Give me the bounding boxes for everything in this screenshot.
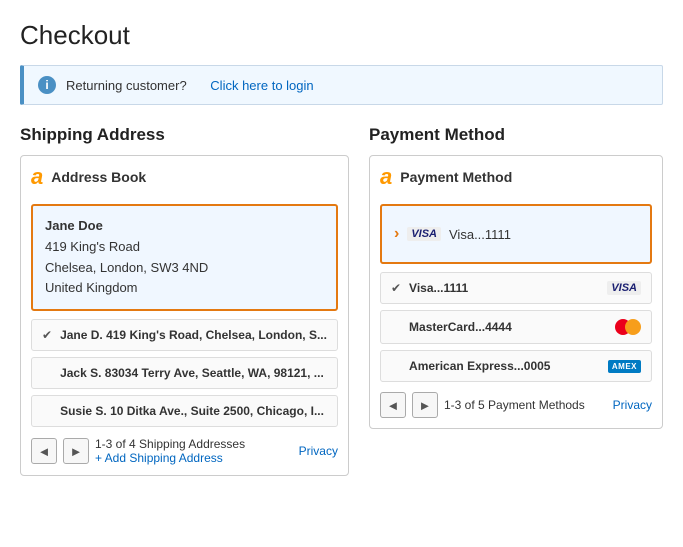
info-banner: i Returning customer? Click here to logi… [20, 65, 663, 105]
shipping-column-title: Shipping Address [20, 125, 349, 145]
payment-next-button[interactable]: ► [412, 392, 438, 418]
amazon-logo-payment: a [380, 166, 392, 188]
address-item-text-0: Jane D. 419 King's Road, Chelsea, London… [60, 328, 327, 342]
address-item-text-1: Jack S. 83034 Terry Ave, Seattle, WA, 98… [60, 366, 327, 380]
shipping-page-info: 1-3 of 4 Shipping Addresses + Add Shippi… [95, 437, 293, 465]
login-link[interactable]: Click here to login [210, 78, 313, 93]
main-columns: Shipping Address a Address Book Jane Doe… [20, 125, 663, 476]
page-title: Checkout [20, 20, 663, 51]
shipping-next-button[interactable]: ► [63, 438, 89, 464]
selected-payment-label: Visa...1111 [449, 227, 511, 242]
selected-address-name: Jane Doe [45, 216, 324, 237]
visa-logo-selected: VISA [407, 227, 441, 241]
checkmark-icon: ✔ [42, 328, 52, 342]
info-icon: i [38, 76, 56, 94]
shipping-column: Shipping Address a Address Book Jane Doe… [20, 125, 349, 476]
selected-address-line3: United Kingdom [45, 278, 324, 299]
shipping-pagination: ◄ ► 1-3 of 4 Shipping Addresses + Add Sh… [31, 437, 338, 465]
selected-payment-box[interactable]: › VISA Visa...1111 [380, 204, 652, 264]
list-item[interactable]: ✔ American Express...0005 AMEX [380, 350, 652, 382]
payment-column-title: Payment Method [369, 125, 663, 145]
shipping-card-title: Address Book [51, 169, 146, 185]
payment-card-header: a Payment Method [380, 166, 652, 194]
checkmark-icon: ✔ [391, 281, 401, 295]
shipping-card-header: a Address Book [31, 166, 338, 194]
payment-card: a Payment Method › VISA Visa...1111 ✔ Vi… [369, 155, 663, 429]
payment-item-text-0: Visa...1111 [409, 281, 599, 295]
payment-card-title: Payment Method [400, 169, 512, 185]
list-item[interactable]: ✔ Jane D. 419 King's Road, Chelsea, Lond… [31, 319, 338, 351]
payment-prev-button[interactable]: ◄ [380, 392, 406, 418]
banner-text: Returning customer? [66, 78, 187, 93]
amazon-logo-shipping: a [31, 166, 43, 188]
amex-logo: AMEX [608, 360, 641, 373]
payment-item-text-1: MasterCard...4444 [409, 320, 607, 334]
list-item[interactable]: ✔ MasterCard...4444 [380, 310, 652, 344]
shipping-privacy-link[interactable]: Privacy [299, 444, 338, 458]
payment-item-text-2: American Express...0005 [409, 359, 600, 373]
selected-card-label: Visa [449, 227, 474, 242]
selected-address-line2: Chelsea, London, SW3 4ND [45, 258, 324, 279]
chevron-right-icon: › [394, 225, 399, 243]
payment-privacy-link[interactable]: Privacy [613, 398, 652, 412]
payment-count-text: 1-3 of 5 Payment Methods [444, 398, 585, 412]
visa-logo-list: VISA [607, 281, 641, 295]
payment-pagination: ◄ ► 1-3 of 5 Payment Methods Privacy [380, 392, 652, 418]
address-item-text-2: Susie S. 10 Ditka Ave., Suite 2500, Chic… [60, 404, 327, 418]
shipping-count-text: 1-3 of 4 Shipping Addresses [95, 437, 245, 451]
list-item[interactable]: ✔ Visa...1111 VISA [380, 272, 652, 304]
selected-address-line1: 419 King's Road [45, 237, 324, 258]
mastercard-logo [615, 319, 641, 335]
payment-page-info: 1-3 of 5 Payment Methods [444, 398, 607, 412]
list-item[interactable]: ✔ Susie S. 10 Ditka Ave., Suite 2500, Ch… [31, 395, 338, 427]
shipping-prev-button[interactable]: ◄ [31, 438, 57, 464]
shipping-card: a Address Book Jane Doe 419 King's Road … [20, 155, 349, 476]
selected-card-last4: ...1111 [474, 227, 511, 242]
payment-column: Payment Method a Payment Method › VISA V… [369, 125, 663, 476]
list-item[interactable]: ✔ Jack S. 83034 Terry Ave, Seattle, WA, … [31, 357, 338, 389]
add-shipping-address-link[interactable]: + Add Shipping Address [95, 451, 293, 465]
selected-address-box[interactable]: Jane Doe 419 King's Road Chelsea, London… [31, 204, 338, 311]
